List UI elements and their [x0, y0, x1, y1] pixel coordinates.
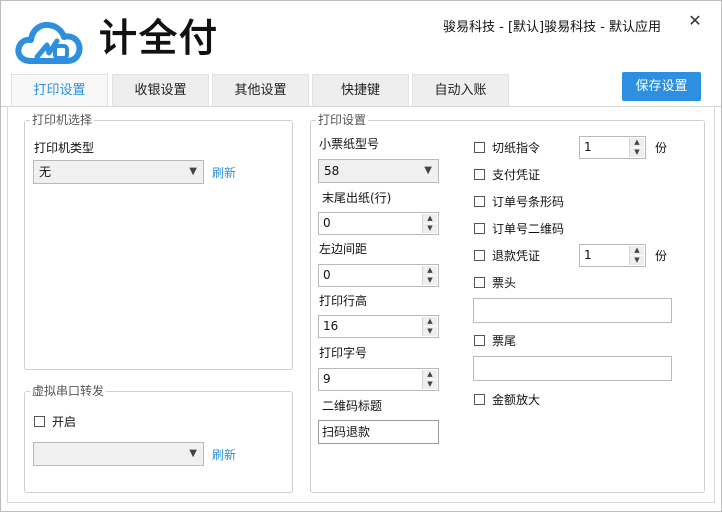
order-barcode-checkbox[interactable] — [474, 196, 485, 207]
serial-forward-legend: 虚拟串口转发 — [30, 383, 107, 399]
tail-feed-value: 0 — [323, 216, 331, 230]
tail-feed-label: 末尾出纸(行) — [322, 191, 392, 205]
amount-enlarge-checkbox[interactable] — [474, 394, 485, 405]
serial-port-select[interactable]: ▼ — [33, 442, 204, 466]
left-margin-value: 0 — [323, 268, 331, 282]
cut-paper-value: 1 — [584, 140, 592, 154]
header-input[interactable] — [473, 298, 672, 323]
header-label: 票头 — [492, 276, 517, 290]
line-height-label: 打印行高 — [319, 294, 368, 308]
serial-enable-label: 开启 — [52, 415, 77, 429]
font-size-spinner[interactable]: 9 ▲ ▼ — [318, 368, 439, 391]
chevron-down-icon: ▼ — [424, 165, 432, 176]
footer-input[interactable] — [473, 356, 672, 381]
font-size-label: 打印字号 — [319, 346, 368, 360]
cut-paper-unit: 份 — [655, 141, 668, 155]
tab-cashier-settings[interactable]: 收银设置 — [112, 74, 209, 106]
app-window: 计全付 骏易科技 - [默认]骏易科技 - 默认应用 ✕ 打印设置 收银设置 其… — [0, 0, 722, 512]
chevron-down-icon: ▼ — [189, 166, 197, 177]
printer-type-value: 无 — [39, 165, 52, 179]
app-logo-text: 计全付 — [99, 16, 220, 60]
serial-enable-checkbox[interactable] — [34, 416, 45, 427]
spinner-arrows-icon: ▲ ▼ — [629, 246, 644, 265]
order-barcode-label: 订单号条形码 — [492, 195, 565, 209]
pay-voucher-checkbox[interactable] — [474, 169, 485, 180]
print-settings-group: 打印设置 小票纸型号 58 ▼ 末尾出纸(行) 0 ▲ ▼ 左边间距 0 ▲ ▼ 打… — [310, 112, 705, 493]
tab-print-settings[interactable]: 打印设置 — [11, 74, 108, 106]
cloud-logo-icon — [15, 21, 83, 64]
spinner-arrows-icon: ▲ ▼ — [422, 266, 437, 285]
cut-paper-spinner[interactable]: 1 ▲ ▼ — [579, 136, 646, 159]
header-checkbox[interactable] — [474, 277, 485, 288]
chevron-down-icon: ▼ — [189, 448, 197, 459]
tab-shortcuts[interactable]: 快捷键 — [312, 74, 409, 106]
tab-other-settings[interactable]: 其他设置 — [212, 74, 309, 106]
spinner-arrows-icon: ▲ ▼ — [422, 214, 437, 233]
qr-title-label: 二维码标题 — [322, 399, 383, 413]
printer-select-group: 打印机选择 打印机类型 无 ▼ 刷新 — [24, 112, 293, 370]
refund-voucher-checkbox[interactable] — [474, 250, 485, 261]
tail-feed-spinner[interactable]: 0 ▲ ▼ — [318, 212, 439, 235]
left-margin-spinner[interactable]: 0 ▲ ▼ — [318, 264, 439, 287]
paper-model-select[interactable]: 58 ▼ — [318, 159, 439, 183]
refund-voucher-spinner[interactable]: 1 ▲ ▼ — [579, 244, 646, 267]
order-qrcode-label: 订单号二维码 — [492, 222, 565, 236]
footer-label: 票尾 — [492, 334, 517, 348]
font-size-value: 9 — [323, 372, 331, 386]
line-height-value: 16 — [323, 319, 339, 333]
line-height-spinner[interactable]: 16 ▲ ▼ — [318, 315, 439, 338]
printer-type-label: 打印机类型 — [34, 141, 95, 155]
serial-refresh-link[interactable]: 刷新 — [212, 447, 236, 463]
qr-title-input[interactable]: 扫码退款 — [318, 420, 439, 444]
printer-type-select[interactable]: 无 ▼ — [33, 160, 204, 184]
paper-model-value: 58 — [324, 164, 340, 178]
amount-enlarge-label: 金额放大 — [492, 393, 541, 407]
pay-voucher-label: 支付凭证 — [492, 168, 541, 182]
cut-paper-checkbox[interactable] — [474, 142, 485, 153]
paper-model-label: 小票纸型号 — [319, 137, 380, 151]
close-icon[interactable]: ✕ — [687, 13, 703, 29]
spinner-arrows-icon: ▲ ▼ — [422, 370, 437, 389]
cut-paper-label: 切纸指令 — [492, 141, 541, 155]
refund-voucher-label: 退款凭证 — [492, 249, 541, 263]
left-margin-label: 左边间距 — [319, 242, 368, 256]
printer-refresh-link[interactable]: 刷新 — [212, 165, 236, 181]
serial-forward-group: 虚拟串口转发 开启 ▼ 刷新 — [24, 383, 293, 493]
refund-voucher-value: 1 — [584, 248, 592, 262]
tab-auto-posting[interactable]: 自动入账 — [412, 74, 509, 106]
settings-panel: 打印机选择 打印机类型 无 ▼ 刷新 虚拟串口转发 开启 ▼ 刷新 打印设置 小… — [7, 106, 715, 503]
footer-checkbox[interactable] — [474, 335, 485, 346]
save-settings-button[interactable]: 保存设置 — [622, 72, 701, 101]
refund-voucher-unit: 份 — [655, 249, 668, 263]
spinner-arrows-icon: ▲ ▼ — [422, 317, 437, 336]
window-title: 骏易科技 - [默认]骏易科技 - 默认应用 — [443, 20, 662, 35]
order-qrcode-checkbox[interactable] — [474, 223, 485, 234]
spinner-arrows-icon: ▲ ▼ — [629, 138, 644, 157]
print-settings-legend: 打印设置 — [316, 112, 369, 128]
printer-select-legend: 打印机选择 — [30, 112, 95, 128]
tab-bar: 打印设置 收银设置 其他设置 快捷键 自动入账 — [1, 74, 721, 107]
